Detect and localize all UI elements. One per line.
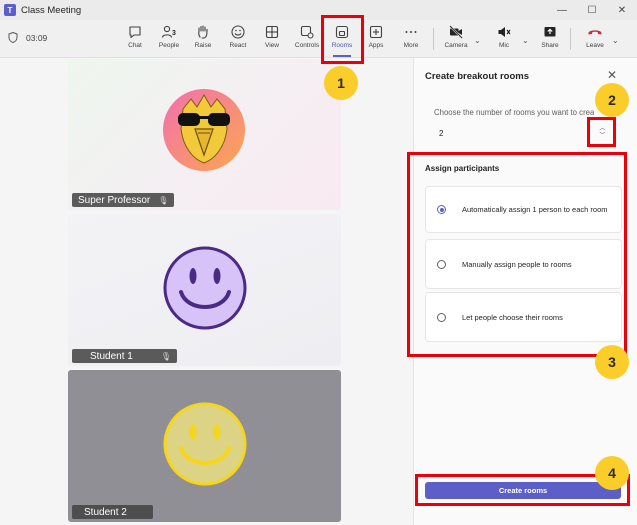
toolbar-divider: [433, 28, 434, 50]
title-bar: T Class Meeting — ☐ ✕: [0, 0, 637, 20]
participant-name-tag: Super Professor 🎙: [72, 193, 175, 207]
camera-label: Camera: [444, 42, 468, 49]
leave-chevron-down-icon[interactable]: ⌄: [612, 36, 619, 45]
view-button[interactable]: View: [255, 24, 289, 56]
step-badge-2: 2: [595, 83, 629, 117]
highlight-rooms-button: [321, 15, 364, 64]
raise-hand-icon: [198, 25, 208, 39]
minimize-button[interactable]: —: [547, 0, 577, 20]
chat-icon: [129, 26, 141, 39]
step-badge-4: 4: [595, 456, 629, 490]
react-icon: [231, 25, 245, 39]
participant-name: Student 1: [90, 350, 133, 362]
purple-smiley-avatar: [163, 246, 247, 330]
panel-title: Create breakout rooms: [425, 71, 530, 82]
highlight-assign-participants: [407, 152, 627, 357]
apps-icon: [369, 25, 383, 39]
participant-name: Student 2: [84, 506, 127, 518]
mic-chevron-down-icon[interactable]: ⌄: [522, 36, 529, 45]
leave-icon: [588, 30, 602, 35]
people-label: People: [158, 42, 180, 49]
step-badge-3: 3: [595, 345, 629, 379]
leave-label: Leave: [586, 42, 604, 49]
maximize-button[interactable]: ☐: [577, 0, 607, 20]
apps-label: Apps: [368, 42, 384, 49]
more-icon: [405, 31, 417, 33]
chat-button[interactable]: Chat: [118, 24, 152, 56]
toolbar-divider-2: [570, 28, 571, 50]
leave-button[interactable]: Leave: [578, 24, 612, 56]
controls-label: Controls: [294, 42, 320, 49]
apps-button[interactable]: Apps: [359, 24, 393, 56]
controls-icon: [300, 25, 314, 39]
camera-chevron-down-icon[interactable]: ⌄: [474, 36, 481, 45]
window-title: Class Meeting: [21, 4, 82, 16]
rooms-count-prompt: Choose the number of rooms you want to c…: [434, 108, 594, 117]
step-badge-1: 1: [324, 66, 358, 100]
raise-hand-button[interactable]: Raise: [186, 24, 220, 56]
react-button[interactable]: React: [221, 24, 255, 56]
teams-logo-icon: T: [4, 4, 16, 16]
close-window-button[interactable]: ✕: [607, 0, 637, 20]
mic-off-icon: [498, 27, 511, 37]
share-label: Share: [541, 42, 559, 49]
chat-label: Chat: [128, 42, 142, 49]
more-button[interactable]: More: [394, 24, 428, 56]
video-tile-student-1[interactable]: Student 1 🎙: [68, 214, 341, 366]
timer-text: 03:09: [26, 32, 48, 43]
camera-button[interactable]: Camera: [439, 24, 473, 56]
view-label: View: [265, 42, 279, 49]
meeting-timer: 03:09: [8, 32, 47, 43]
highlight-rooms-stepper: [587, 117, 616, 147]
people-button[interactable]: 3 People: [152, 24, 186, 56]
participant-name: Super Professor: [78, 194, 151, 206]
participant-name-tag: Student 2: [72, 505, 153, 519]
video-tile-student-2[interactable]: Student 2: [68, 370, 341, 522]
mic-muted-icon: 🎙: [158, 195, 169, 205]
window-controls: — ☐ ✕: [547, 0, 637, 20]
participant-name-tag: Student 1 🎙: [72, 349, 177, 363]
mic-button[interactable]: Mic: [487, 24, 521, 56]
controls-button[interactable]: Controls: [290, 24, 324, 56]
share-icon: [544, 27, 556, 37]
view-icon: [265, 25, 279, 39]
eagle-sunglasses-avatar: [163, 89, 245, 171]
close-panel-icon[interactable]: ✕: [607, 68, 617, 82]
react-label: React: [229, 42, 247, 49]
camera-off-icon: [449, 25, 463, 39]
meeting-toolbar: 03:09 Chat 3 People Raise React View Con…: [0, 20, 637, 58]
mic-label: Mic: [498, 42, 510, 49]
yellow-smiley-avatar: [163, 402, 247, 486]
more-label: More: [403, 42, 419, 49]
video-tile-super-professor[interactable]: Super Professor 🎙: [68, 59, 341, 210]
people-icon: 3: [161, 25, 176, 38]
raise-label: Raise: [194, 42, 212, 49]
people-count-badge: 3: [172, 30, 176, 37]
share-button[interactable]: Share: [533, 24, 567, 56]
rooms-count-input[interactable]: 2: [428, 124, 596, 142]
shield-icon: [8, 32, 18, 43]
mic-muted-icon: 🎙: [160, 351, 171, 361]
